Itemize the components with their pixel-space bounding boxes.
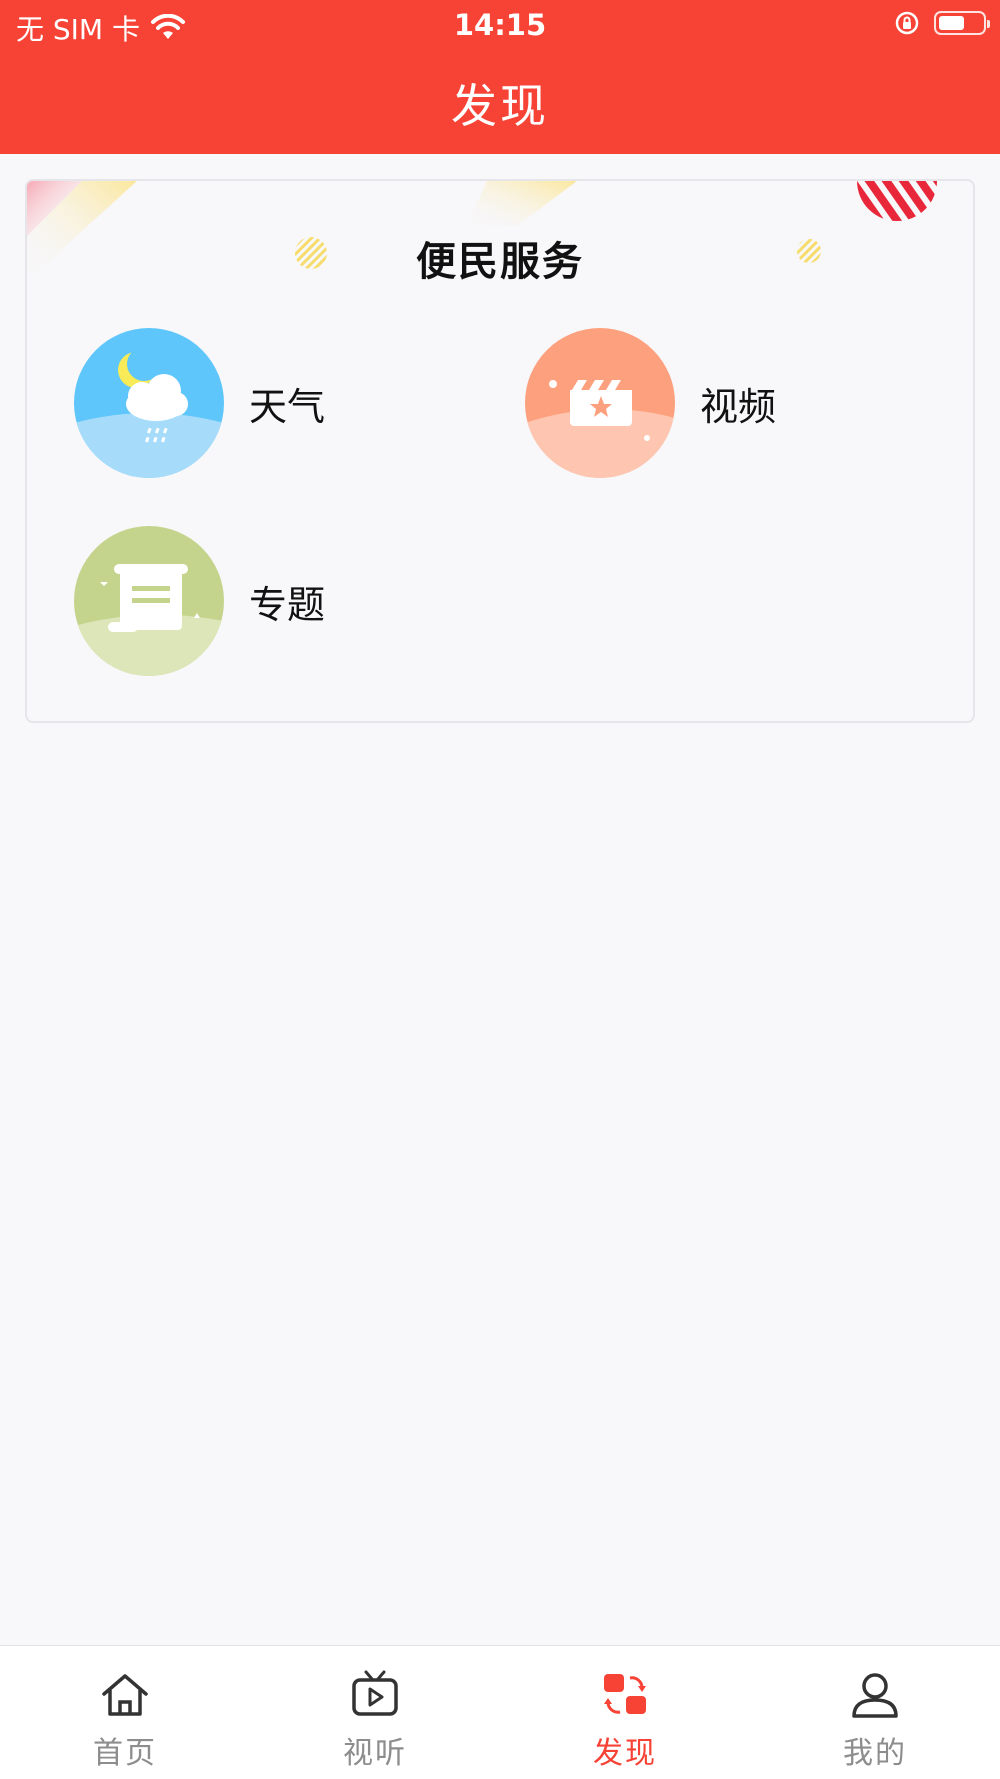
- user-icon: [852, 1673, 898, 1718]
- battery-fill: [939, 16, 964, 30]
- convenience-services-card: 便民服务 天气 视频 专题: [25, 179, 975, 723]
- tab-av[interactable]: 视听: [250, 1646, 500, 1779]
- orientation-lock-icon: [895, 11, 919, 35]
- home-icon: [102, 1674, 148, 1716]
- tab-discover[interactable]: 发现: [500, 1646, 750, 1779]
- service-topic[interactable]: 专题: [74, 526, 325, 676]
- battery-icon: [934, 11, 990, 35]
- service-label: 专题: [249, 582, 326, 627]
- video-icon: [525, 328, 675, 478]
- status-bar: 无 SIM 卡 14:15: [0, 0, 1000, 50]
- tv-icon: [352, 1670, 398, 1716]
- service-label: 天气: [249, 384, 326, 429]
- service-video[interactable]: 视频: [525, 328, 776, 478]
- weather-icon: [74, 328, 224, 478]
- tab-label: 视听: [343, 1736, 407, 1771]
- service-weather[interactable]: 天气: [74, 328, 325, 478]
- discover-icon: [604, 1674, 646, 1714]
- bottom-tab-bar: 首页 视听 发现 我的: [0, 1645, 1000, 1779]
- tab-label: 首页: [93, 1736, 157, 1771]
- topic-icon: [74, 526, 224, 676]
- service-label: 视频: [700, 384, 777, 429]
- app-header: 无 SIM 卡 14:15 发现: [0, 0, 1000, 154]
- status-right: [894, 10, 990, 36]
- tab-label: 我的: [843, 1736, 907, 1771]
- tab-home[interactable]: 首页: [0, 1646, 250, 1779]
- card-title: 便民服务: [416, 239, 584, 285]
- tab-mine[interactable]: 我的: [750, 1646, 1000, 1779]
- page-title: 发现: [451, 79, 549, 133]
- tab-label: 发现: [593, 1736, 657, 1771]
- status-time: 14:15: [453, 8, 547, 42]
